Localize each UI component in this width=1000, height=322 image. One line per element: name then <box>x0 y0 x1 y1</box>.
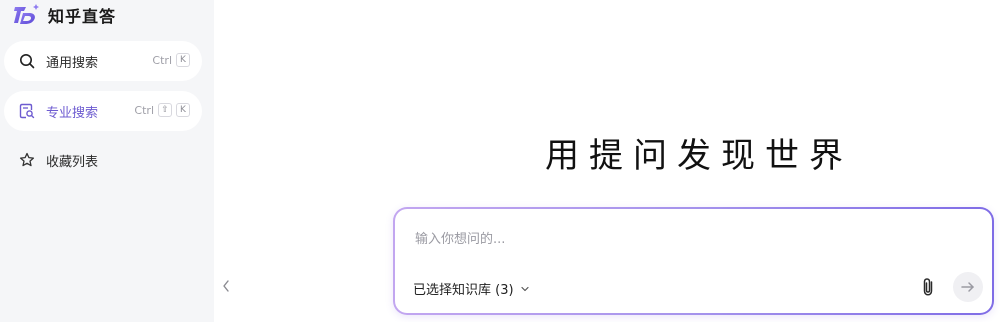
shortcut-key: K <box>176 53 190 67</box>
page-title: 用提问发现世界 <box>545 136 853 176</box>
shortcut-hint: Ctrl ⇧ K <box>134 103 190 117</box>
document-search-icon <box>18 102 36 120</box>
shortcut-hint: Ctrl K <box>152 53 190 67</box>
app-root: 知乎直答 通用搜索 Ctrl K 专业搜索 Ctrl ⇧ K 收藏列表 用提问发… <box>0 0 1000 322</box>
chevron-down-icon <box>520 284 530 294</box>
star-icon <box>18 151 36 169</box>
paperclip-icon <box>923 278 933 296</box>
shortcut-ctrl: Ctrl <box>134 103 154 117</box>
app-logo[interactable]: 知乎直答 <box>12 2 116 28</box>
send-button[interactable] <box>953 272 983 302</box>
arrow-right-icon <box>961 282 974 292</box>
sidebar: 知乎直答 通用搜索 Ctrl K 专业搜索 Ctrl ⇧ K 收藏列表 <box>0 0 214 322</box>
shortcut-ctrl: Ctrl <box>152 53 172 67</box>
sidebar-item-label: 收藏列表 <box>46 154 99 170</box>
query-box: 已选择知识库 (3) <box>393 207 994 315</box>
logo-icon <box>14 4 39 24</box>
shortcut-key: K <box>176 103 190 117</box>
attach-file-button[interactable] <box>917 275 939 299</box>
sidebar-item-label: 专业搜索 <box>46 105 99 121</box>
shortcut-key-shift: ⇧ <box>158 103 172 117</box>
collapse-sidebar-button[interactable] <box>219 276 233 296</box>
knowledge-base-selector[interactable]: 已选择知识库 (3) <box>413 279 530 298</box>
search-icon <box>18 52 36 70</box>
query-box-inner: 已选择知识库 (3) <box>395 209 992 313</box>
sidebar-item-label: 通用搜索 <box>46 55 99 71</box>
app-name: 知乎直答 <box>48 7 117 26</box>
sidebar-item-favorites[interactable]: 收藏列表 <box>4 140 202 180</box>
sidebar-item-general-search[interactable]: 通用搜索 Ctrl K <box>4 41 202 81</box>
query-input[interactable] <box>413 227 897 251</box>
sidebar-item-professional-search[interactable]: 专业搜索 Ctrl ⇧ K <box>4 91 202 131</box>
knowledge-base-label: 已选择知识库 (3) <box>413 283 514 298</box>
chevron-left-icon <box>223 280 229 292</box>
